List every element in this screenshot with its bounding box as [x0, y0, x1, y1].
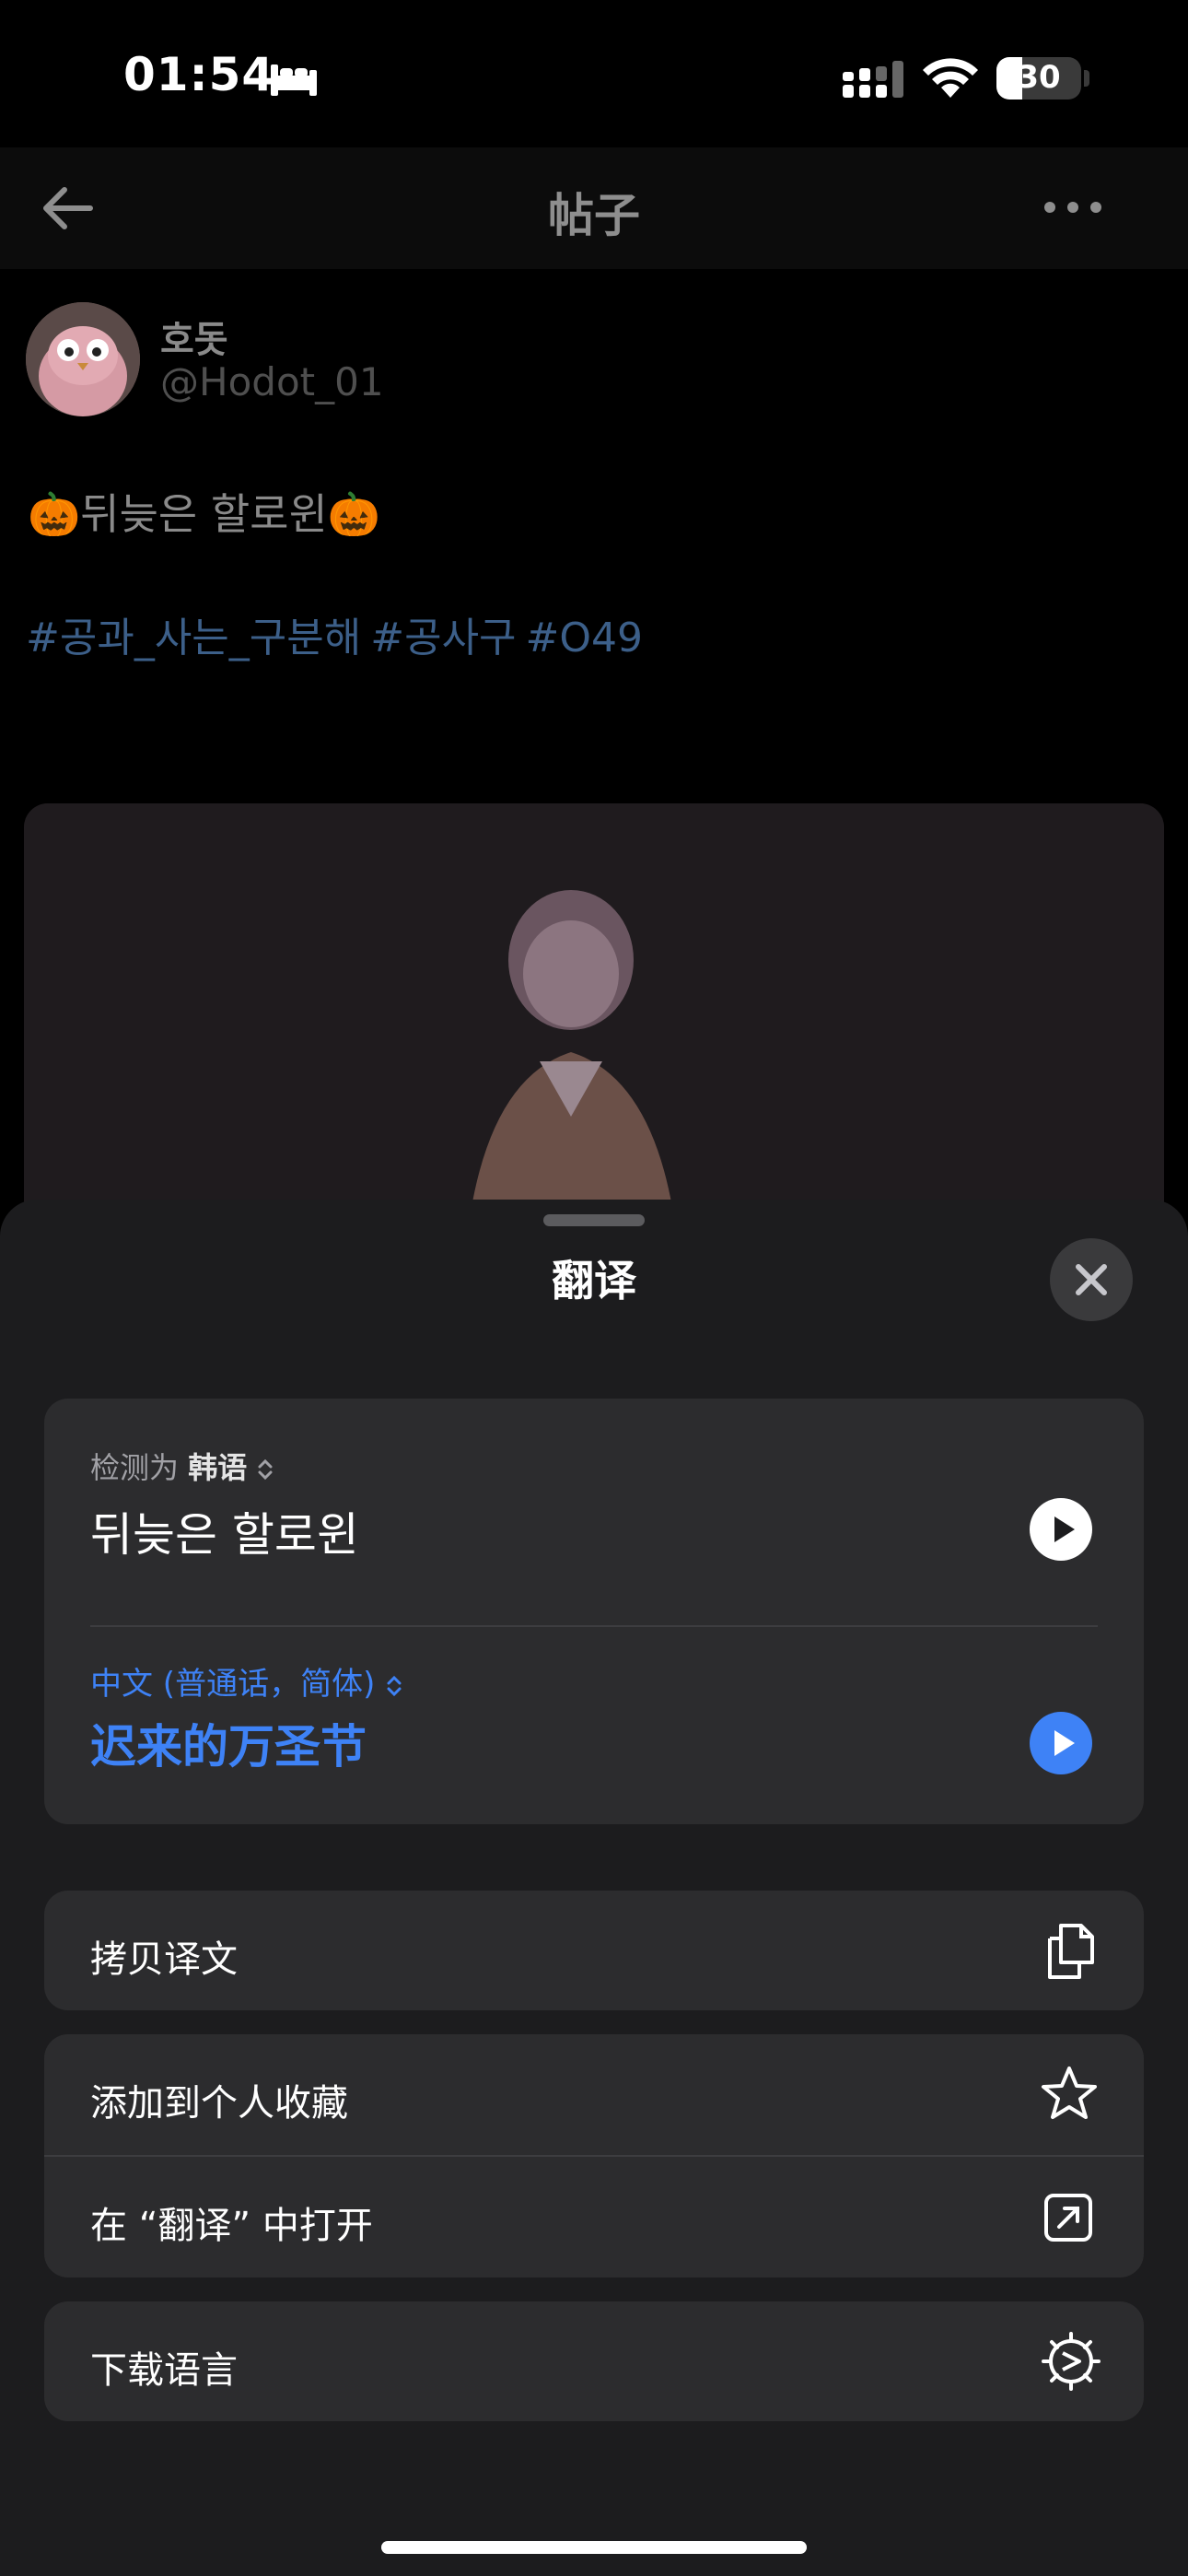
battery-tip [1084, 70, 1089, 87]
status-bar: 01:54 30 [0, 0, 1188, 147]
author-handle[interactable]: @Hodot_01 [160, 359, 384, 404]
status-time: 01:54 [123, 48, 275, 101]
target-language-picker[interactable]: 中文 (普通话，简体) [90, 1658, 403, 1704]
target-language: 中文 (普通话，简体) [90, 1666, 376, 1703]
chevron-updown-icon [387, 1675, 402, 1697]
more-icon[interactable] [1041, 184, 1105, 230]
download-languages-button[interactable]: 下载语言 [44, 2301, 1144, 2421]
play-icon [1054, 1516, 1075, 1542]
author-name[interactable]: 호돗 [160, 310, 228, 363]
post-text: 🎃뒤늦은 할로윈🎃 [28, 489, 381, 539]
divider [90, 1625, 1098, 1627]
open-in-translate-label: 在 “翻译” 中打开 [90, 2205, 373, 2247]
bed-icon [271, 64, 317, 96]
wifi-icon [923, 58, 978, 98]
copy-translation-button[interactable]: 拷贝译文 [44, 1891, 1144, 2010]
battery-level: 30 [1017, 59, 1061, 96]
download-languages-label: 下载语言 [90, 2349, 238, 2392]
cellular-icon [843, 61, 903, 98]
nav-bar: 帖子 [0, 147, 1188, 269]
sheet-grabber[interactable] [543, 1214, 645, 1226]
open-in-translate-button[interactable]: 在 “翻译” 中打开 [44, 2157, 1144, 2277]
play-translation-button[interactable] [1030, 1712, 1092, 1774]
hashtag-link[interactable]: #O49 [526, 615, 644, 662]
translated-text: 迟来的万圣节 [90, 1720, 367, 1774]
source-text: 뒤늦은 할로윈 [90, 1508, 359, 1562]
play-source-button[interactable] [1030, 1498, 1092, 1561]
battery-icon: 30 [996, 57, 1081, 100]
translation-card: 检测为 韩语 뒤늦은 할로윈 中文 (普通话，简体) 迟来的万圣节 [44, 1399, 1144, 1824]
avatar[interactable] [26, 302, 140, 416]
source-language-picker[interactable]: 检测为 韩语 [90, 1445, 274, 1487]
home-indicator[interactable] [381, 2541, 807, 2554]
add-to-favorites-button[interactable]: 添加到个人收藏 [44, 2034, 1144, 2155]
sheet-title: 翻译 [552, 1256, 636, 1306]
copy-icon [1048, 1924, 1094, 1979]
close-button[interactable] [1050, 1238, 1133, 1321]
open-external-icon [1044, 2194, 1092, 2242]
detected-language: 韩语 [188, 1450, 248, 1485]
post-hashtags: #공과_사는_구분해 #공사구 #O49 [26, 604, 652, 663]
chevron-updown-icon [258, 1458, 273, 1481]
star-icon [1042, 2067, 1097, 2119]
actions-group: 添加到个人收藏 在 “翻译” 中打开 [44, 2034, 1144, 2277]
play-icon [1054, 1730, 1075, 1756]
translate-sheet: 翻译 检测为 韩语 뒤늦은 할로윈 中文 (普通话，简体) 迟来的万圣节 拷贝译… [0, 1200, 1188, 2576]
page-title: 帖子 [548, 189, 640, 242]
add-to-favorites-label: 添加到个人收藏 [90, 2082, 348, 2125]
hashtag-link[interactable]: #공사구 [370, 615, 516, 662]
detected-prefix: 检测为 [90, 1450, 180, 1485]
close-icon [1076, 1264, 1107, 1295]
copy-translation-label: 拷贝译文 [90, 1938, 238, 1981]
hashtag-link[interactable]: #공과_사는_구분해 [26, 615, 361, 662]
gear-icon [1042, 2332, 1101, 2391]
